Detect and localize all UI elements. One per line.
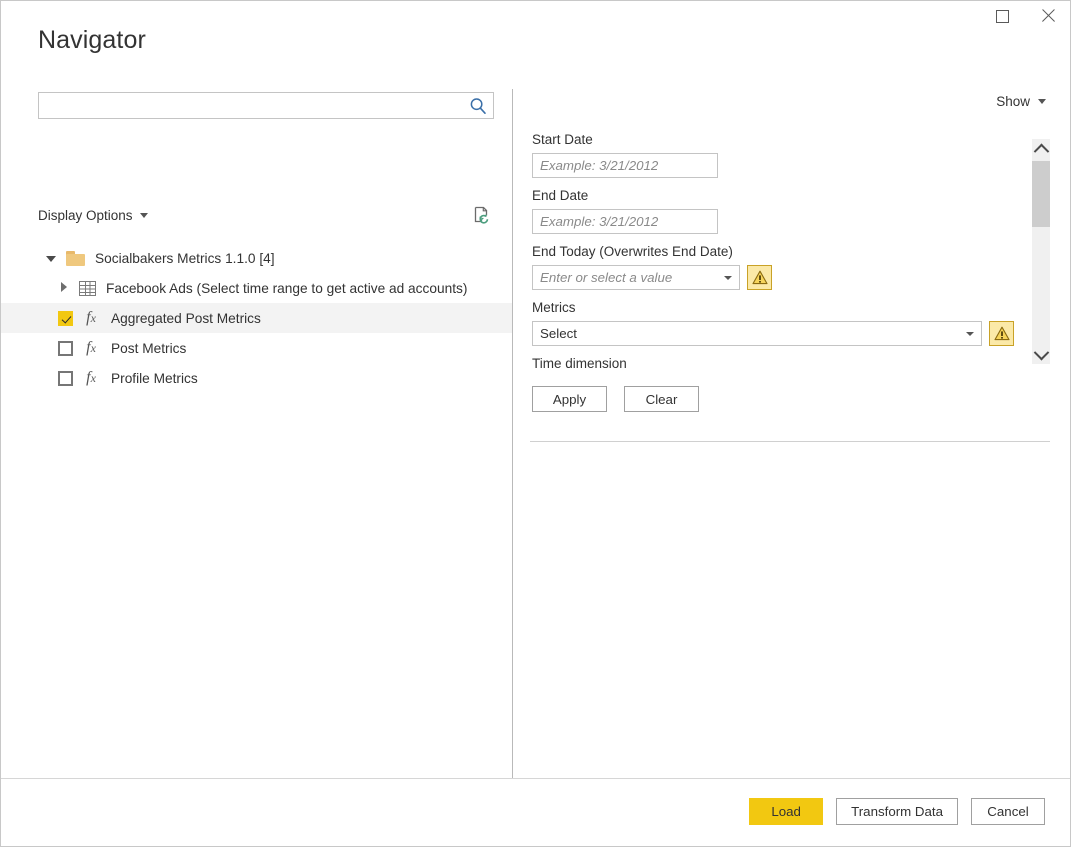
close-icon [1040,8,1056,24]
window-controls [980,1,1070,31]
time-dimension-label: Time dimension [532,356,627,371]
search-input[interactable] [39,93,463,118]
transform-data-button[interactable]: Transform Data [836,798,958,825]
fx-icon: fx [86,339,96,356]
footer-separator [1,778,1070,779]
chevron-down-icon[interactable] [959,331,981,336]
search-icon[interactable] [467,95,489,116]
tree-item[interactable]: fx Profile Metrics [1,363,512,393]
scroll-up-button[interactable] [1032,139,1050,159]
end-today-label: End Today (Overwrites End Date) [532,244,733,259]
end-date-input[interactable] [532,209,718,234]
apply-button[interactable]: Apply [532,386,607,412]
collapse-triangle-icon[interactable] [45,252,57,264]
metrics-label: Metrics [532,300,576,315]
display-options-menu[interactable]: Display Options [38,208,148,223]
metrics-row: Select [532,321,1014,346]
tree-item-label: Aggregated Post Metrics [111,310,261,326]
show-menu[interactable]: Show [996,94,1046,109]
end-today-row: Enter or select a value [532,265,1014,290]
end-date-label: End Date [532,188,589,203]
tree-item-label: Socialbakers Metrics 1.1.0 [4] [95,250,275,266]
tree-item-label: Post Metrics [111,340,187,356]
clear-button[interactable]: Clear [624,386,699,412]
tree-item-label: Profile Metrics [111,370,198,386]
left-panel: Display Options Socialbakers Metrics 1.1… [1,79,512,846]
tree-item[interactable]: Facebook Ads (Select time range to get a… [1,273,512,303]
search-box[interactable] [38,92,494,119]
folder-icon [66,250,85,266]
tree-item-checkbox[interactable] [58,310,73,326]
load-button[interactable]: Load [749,798,824,825]
refresh-document-icon[interactable] [471,205,493,227]
tree-item[interactable]: fx Post Metrics [1,333,512,363]
tree-item[interactable]: fx Aggregated Post Metrics [1,303,512,333]
close-button[interactable] [1025,1,1070,31]
metrics-combobox[interactable]: Select [532,321,982,346]
chevron-down-icon [1033,344,1049,360]
chevron-up-icon [1033,143,1049,159]
cancel-button[interactable]: Cancel [971,798,1045,825]
chevron-down-icon [139,213,148,218]
panel-divider [512,89,513,779]
scroll-down-button[interactable] [1032,344,1050,364]
end-today-value: Enter or select a value [540,270,673,285]
scrollbar-thumb[interactable] [1032,161,1050,227]
start-date-label: Start Date [532,132,593,147]
title-bar [1,1,1070,31]
dialog-footer: Load Transform Data Cancel [749,798,1045,825]
fx-icon: fx [86,309,96,326]
navigator-dialog: Navigator Display Options Socialbakers M… [0,0,1071,847]
warning-icon[interactable] [989,321,1014,346]
tree-item-checkbox[interactable] [58,340,73,356]
tree-item-label: Facebook Ads (Select time range to get a… [106,280,468,296]
parameters-form: Start Date End Date End Today (Overwrite… [532,131,1014,412]
navigator-tree[interactable]: Socialbakers Metrics 1.1.0 [4] Facebook A… [1,243,512,393]
form-divider [530,441,1050,442]
maximize-button[interactable] [980,1,1025,31]
fx-icon: fx [86,369,96,386]
table-icon [79,280,96,296]
tree-item[interactable]: Socialbakers Metrics 1.1.0 [4] [1,243,512,273]
end-today-combobox[interactable]: Enter or select a value [532,265,740,290]
form-actions: Apply Clear [532,386,1014,412]
parameters-scrollbar[interactable] [1032,139,1050,364]
page-title: Navigator [38,26,146,54]
expand-triangle-icon[interactable] [58,282,70,294]
warning-icon[interactable] [747,265,772,290]
tree-item-checkbox[interactable] [58,370,73,386]
chevron-down-icon[interactable] [717,275,739,280]
show-label: Show [996,94,1030,109]
metrics-value: Select [540,326,577,341]
chevron-down-icon [1038,99,1046,104]
display-options-label: Display Options [38,208,133,223]
start-date-input[interactable] [532,153,718,178]
maximize-icon [996,9,1009,23]
